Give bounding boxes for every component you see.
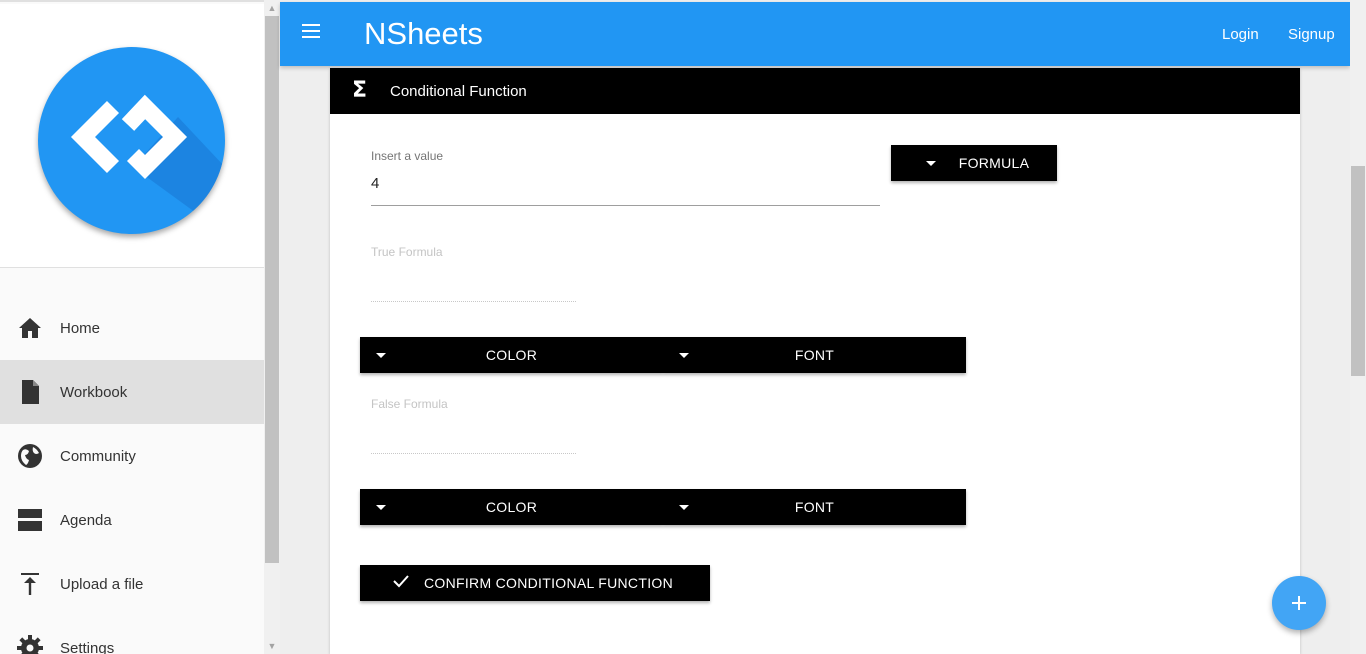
- app-logo: [38, 47, 225, 234]
- sidebar-item-label: Workbook: [60, 383, 128, 401]
- app-bar: NSheets Login Signup: [280, 2, 1350, 66]
- sidebar-item-home[interactable]: Home: [0, 296, 264, 360]
- home-icon: [0, 317, 60, 339]
- agenda-icon: [0, 509, 60, 531]
- sidebar-item-label: Home: [60, 319, 101, 337]
- sidebar-item-community[interactable]: Community: [0, 424, 264, 488]
- sidebar-item-upload[interactable]: Upload a file: [0, 552, 264, 616]
- globe-icon: [0, 443, 60, 469]
- add-fab-button[interactable]: [1272, 576, 1326, 630]
- sidebar-item-label: Settings: [60, 639, 115, 654]
- true-formula-label: True Formula: [371, 245, 443, 259]
- scroll-down-icon[interactable]: ▼: [264, 638, 280, 654]
- conditional-function-card: Σ Conditional Function Insert a value FO…: [330, 68, 1300, 654]
- scrollbar-thumb[interactable]: [265, 16, 279, 563]
- false-formula-label: False Formula: [371, 397, 448, 411]
- app-title: NSheets: [364, 16, 483, 51]
- true-font-label: FONT: [794, 347, 835, 363]
- false-color-label: COLOR: [485, 499, 538, 515]
- false-font-label: FONT: [794, 499, 835, 515]
- drawer-scrollbar[interactable]: ▲ ▼: [264, 0, 280, 654]
- signup-link[interactable]: Signup: [1288, 26, 1335, 43]
- false-formula-input[interactable]: [371, 424, 576, 448]
- true-formula-underline: [371, 301, 576, 302]
- page-scrollbar[interactable]: [1350, 0, 1366, 654]
- sigma-icon: Σ: [352, 78, 368, 103]
- login-link[interactable]: Login: [1222, 26, 1259, 43]
- true-formula-input[interactable]: [371, 272, 576, 296]
- sidebar-item-workbook[interactable]: Workbook: [0, 360, 264, 424]
- upload-icon: [0, 572, 60, 596]
- logo-area: [0, 4, 264, 268]
- check-icon: [393, 573, 409, 592]
- menu-icon[interactable]: [302, 24, 322, 44]
- card-title: Conditional Function: [390, 83, 527, 100]
- sidebar-item-label: Community: [60, 447, 136, 465]
- confirm-button-label: CONFIRM CONDITIONAL FUNCTION: [424, 575, 673, 591]
- sidebar-item-label: Agenda: [60, 511, 112, 529]
- true-color-label: COLOR: [485, 347, 538, 363]
- navigation-drawer: Home Workbook Community Agenda Upload a …: [0, 0, 264, 654]
- true-color-button[interactable]: COLOR: [360, 337, 663, 373]
- value-input-underline: [371, 205, 880, 206]
- confirm-conditional-function-button[interactable]: CONFIRM CONDITIONAL FUNCTION: [360, 565, 710, 601]
- gear-icon: [0, 635, 60, 654]
- value-input[interactable]: [371, 172, 879, 194]
- formula-button-label: FORMULA: [958, 155, 1030, 171]
- false-formula-underline: [371, 453, 576, 454]
- false-font-button[interactable]: FONT: [663, 489, 966, 525]
- formula-dropdown-button[interactable]: FORMULA: [891, 145, 1057, 181]
- sidebar-item-agenda[interactable]: Agenda: [0, 488, 264, 552]
- scrollbar-thumb[interactable]: [1351, 166, 1365, 376]
- file-icon: [0, 379, 60, 405]
- scroll-up-icon[interactable]: ▲: [264, 0, 280, 16]
- sidebar-item-label: Upload a file: [60, 575, 144, 593]
- true-font-button[interactable]: FONT: [663, 337, 966, 373]
- false-color-button[interactable]: COLOR: [360, 489, 663, 525]
- card-header: Σ Conditional Function: [330, 68, 1300, 114]
- sidebar-item-settings[interactable]: Settings: [0, 616, 264, 654]
- value-field-label: Insert a value: [371, 149, 444, 163]
